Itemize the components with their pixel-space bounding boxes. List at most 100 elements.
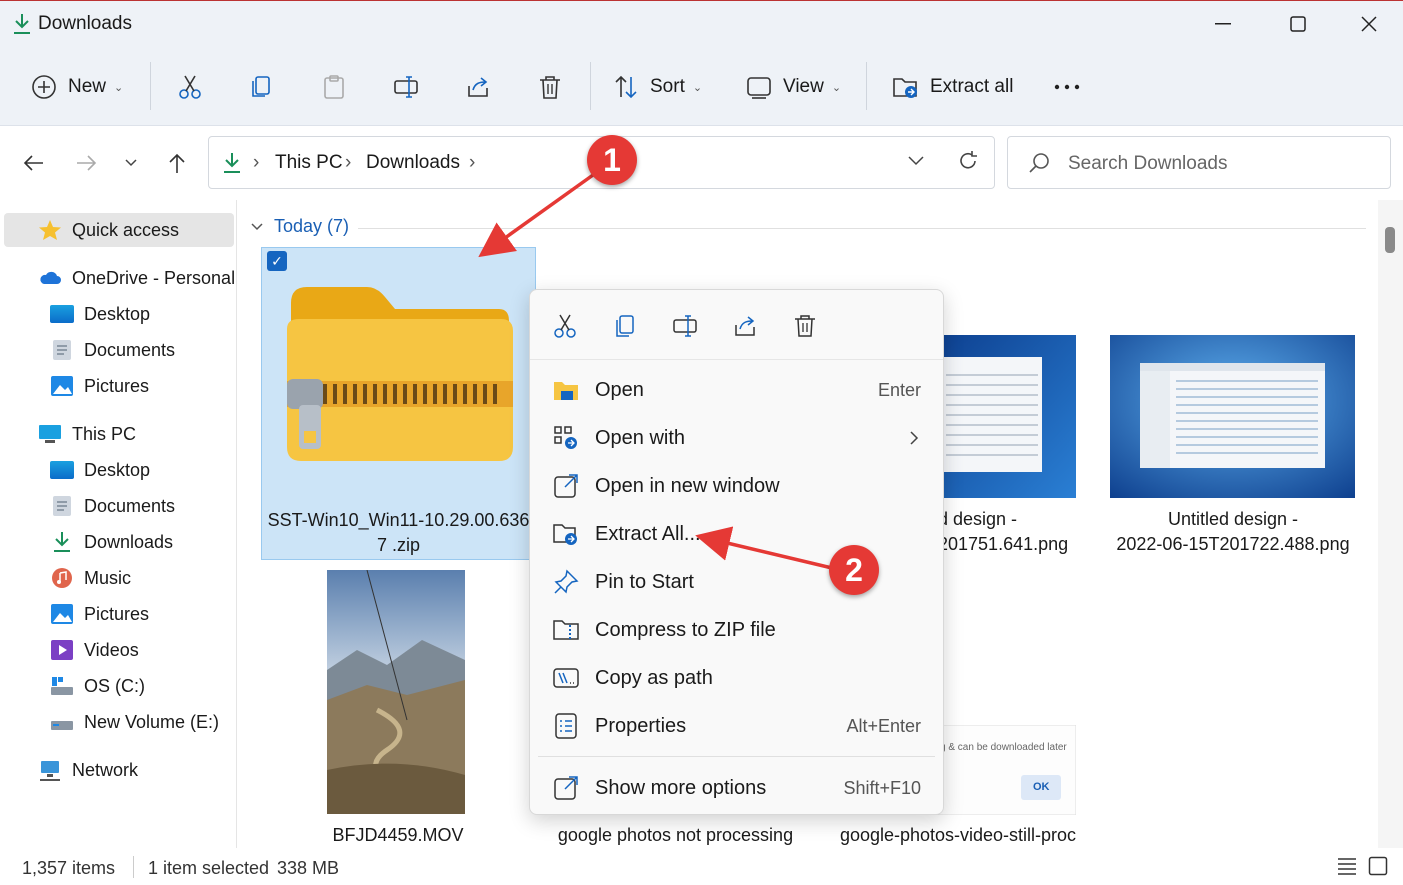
- vertical-scrollbar[interactable]: [1378, 200, 1403, 848]
- breadcrumb-downloads[interactable]: Downloads: [366, 152, 460, 174]
- menu-item-open[interactable]: Open Enter: [530, 368, 943, 412]
- minimize-button[interactable]: [1200, 7, 1246, 41]
- maximize-button[interactable]: [1275, 7, 1321, 41]
- view-button[interactable]: View ⌄: [745, 68, 841, 106]
- file-name: google photos not processing: [557, 825, 794, 845]
- paste-button[interactable]: [320, 68, 348, 106]
- sidebar-item-music[interactable]: Music: [50, 561, 131, 595]
- copy-button[interactable]: [248, 68, 276, 106]
- music-icon: [52, 568, 72, 588]
- ctx-copy-button[interactable]: [609, 310, 641, 342]
- status-bar: 1,357 items 1 item selected 338 MB: [0, 848, 1403, 885]
- breadcrumb-separator-icon: ›: [469, 152, 476, 173]
- file-tile-image[interactable]: [928, 335, 1076, 498]
- address-history-chevron-icon[interactable]: [907, 155, 925, 167]
- dialog-ok-button: OK: [1033, 781, 1050, 793]
- extract-all-button[interactable]: Extract all: [892, 68, 1013, 106]
- menu-item-open-with[interactable]: Open with: [530, 416, 943, 460]
- file-tile-video[interactable]: [327, 569, 465, 814]
- menu-item-shortcut: Shift+F10: [843, 777, 921, 798]
- sidebar-item-onedrive-pictures[interactable]: Pictures: [50, 369, 149, 403]
- close-button[interactable]: [1346, 7, 1392, 41]
- sidebar-item-pc-documents[interactable]: Documents: [50, 489, 175, 523]
- more-options-button[interactable]: [1053, 68, 1081, 106]
- computer-icon: [39, 425, 61, 443]
- checkbox-checked-icon[interactable]: ✓: [267, 251, 287, 271]
- copy-icon: [616, 315, 634, 337]
- group-header[interactable]: Today (7): [250, 216, 349, 237]
- tiles-view-icon[interactable]: [1368, 856, 1388, 876]
- menu-item-properties[interactable]: Properties Alt+Enter: [530, 704, 943, 748]
- ctx-cut-button[interactable]: [549, 310, 581, 342]
- drive-icon: [51, 721, 73, 730]
- menu-item-show-more-options[interactable]: Show more options Shift+F10: [530, 766, 943, 810]
- sidebar-item-quick-access[interactable]: Quick access: [4, 213, 234, 247]
- back-button[interactable]: [18, 148, 48, 178]
- scrollbar-thumb[interactable]: [1385, 227, 1395, 253]
- menu-item-compress-zip[interactable]: Compress to ZIP file: [530, 608, 943, 652]
- rename-button[interactable]: [392, 68, 420, 106]
- sidebar-item-pc-downloads[interactable]: Downloads: [50, 525, 173, 559]
- sidebar-label: This PC: [72, 423, 137, 444]
- screenshot-thumbnail: [1110, 335, 1355, 498]
- properties-icon: [552, 712, 580, 740]
- breadcrumb-this-pc[interactable]: This PC: [275, 152, 343, 174]
- menu-item-extract-all[interactable]: Extract All...: [530, 512, 943, 556]
- copy-icon: [248, 73, 276, 101]
- context-menu-actions: [530, 290, 943, 360]
- pictures-icon: [51, 604, 73, 624]
- toolbar-divider: [866, 62, 867, 110]
- folder-open-icon: [552, 376, 580, 404]
- share-button[interactable]: [464, 68, 492, 106]
- forward-button[interactable]: [72, 148, 102, 178]
- new-button[interactable]: New ⌄: [30, 68, 123, 106]
- sidebar-item-onedrive-desktop[interactable]: Desktop: [50, 297, 150, 331]
- sidebar-label: Music: [84, 567, 132, 588]
- ctx-rename-button[interactable]: [669, 310, 701, 342]
- sidebar-item-pc-desktop[interactable]: Desktop: [50, 453, 150, 487]
- ctx-delete-button[interactable]: [789, 310, 821, 342]
- sidebar-item-network[interactable]: Network: [38, 753, 138, 787]
- chevron-down-icon: [125, 159, 137, 167]
- refresh-icon[interactable]: [957, 150, 979, 172]
- sidebar-label: Quick access: [72, 219, 180, 240]
- sidebar-item-os-drive[interactable]: OS (C:): [50, 669, 145, 703]
- desktop-icon: [50, 461, 74, 479]
- delete-button[interactable]: [536, 68, 564, 106]
- copy-path-icon: [552, 664, 580, 692]
- file-tile-image[interactable]: [1110, 335, 1355, 498]
- chevron-down-icon: [251, 222, 263, 230]
- ctx-share-button[interactable]: [729, 310, 761, 342]
- sort-label: Sort: [650, 76, 685, 97]
- sidebar-item-videos[interactable]: Videos: [50, 633, 139, 667]
- menu-item-open-new-window[interactable]: Open in new window: [530, 464, 943, 508]
- cut-button[interactable]: [176, 68, 204, 106]
- file-tile-zip[interactable]: ✓ SST-Win10_Win11-10.29.00.636 7 .zip: [261, 247, 536, 560]
- search-box[interactable]: Search Downloads: [1007, 136, 1391, 189]
- details-view-icon[interactable]: [1337, 857, 1357, 875]
- group-title: Today (7): [274, 216, 350, 236]
- drive-icon: [51, 677, 73, 695]
- recent-locations-button[interactable]: [116, 148, 146, 178]
- sidebar-item-new-volume[interactable]: New Volume (E:): [50, 705, 219, 739]
- context-menu: Open Enter Open with Open in new window …: [529, 289, 944, 815]
- sidebar-item-this-pc[interactable]: This PC: [38, 417, 136, 451]
- sidebar-item-onedrive[interactable]: OneDrive - Personal: [38, 261, 235, 295]
- sidebar-item-onedrive-documents[interactable]: Documents: [50, 333, 175, 367]
- sidebar-item-pictures[interactable]: Pictures: [50, 597, 149, 631]
- sidebar-label: Desktop: [84, 303, 151, 324]
- menu-item-copy-as-path[interactable]: Copy as path: [530, 656, 943, 700]
- downloads-icon: [54, 532, 70, 552]
- menu-item-label: Copy as path: [595, 666, 713, 689]
- navigation-pane: Quick access OneDrive - Personal Desktop…: [0, 200, 237, 848]
- up-button[interactable]: [162, 148, 192, 178]
- sort-button[interactable]: Sort ⌄: [612, 68, 702, 106]
- menu-item-label: Show more options: [595, 776, 767, 799]
- sidebar-label: Network: [72, 759, 139, 780]
- group-divider: [358, 228, 1366, 229]
- file-tile-image[interactable]: g & can be downloaded later OK: [927, 724, 1077, 816]
- menu-item-pin-to-start[interactable]: Pin to Start: [530, 560, 943, 604]
- breadcrumb-separator-icon: ›: [253, 152, 260, 173]
- dialog-message: g & can be downloaded later: [940, 742, 1067, 753]
- documents-icon: [53, 340, 71, 360]
